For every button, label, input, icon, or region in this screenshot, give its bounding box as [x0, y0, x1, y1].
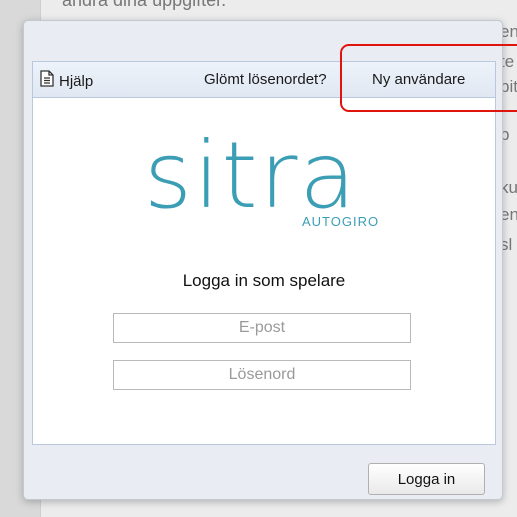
logo-wordmark: sitra	[144, 122, 358, 229]
forgot-password-link[interactable]: Glömt lösenordet?	[204, 71, 327, 88]
login-heading: Logga in som spelare	[182, 271, 346, 290]
password-field[interactable]	[113, 360, 411, 390]
email-field[interactable]	[113, 313, 411, 343]
logo-subtitle: AUTOGIRO	[302, 214, 380, 229]
help-link[interactable]: Hjälp	[40, 70, 93, 92]
help-label: Hjälp	[59, 72, 94, 90]
login-button[interactable]: Logga in	[368, 463, 485, 495]
login-panel: sitra AUTOGIRO Logga in som spelare	[32, 97, 496, 445]
sitra-logo: sitra AUTOGIRO	[144, 130, 384, 230]
document-icon	[40, 70, 54, 92]
highlight-box	[340, 44, 517, 112]
background-text: ändra dina uppgifter.	[62, 0, 227, 10]
